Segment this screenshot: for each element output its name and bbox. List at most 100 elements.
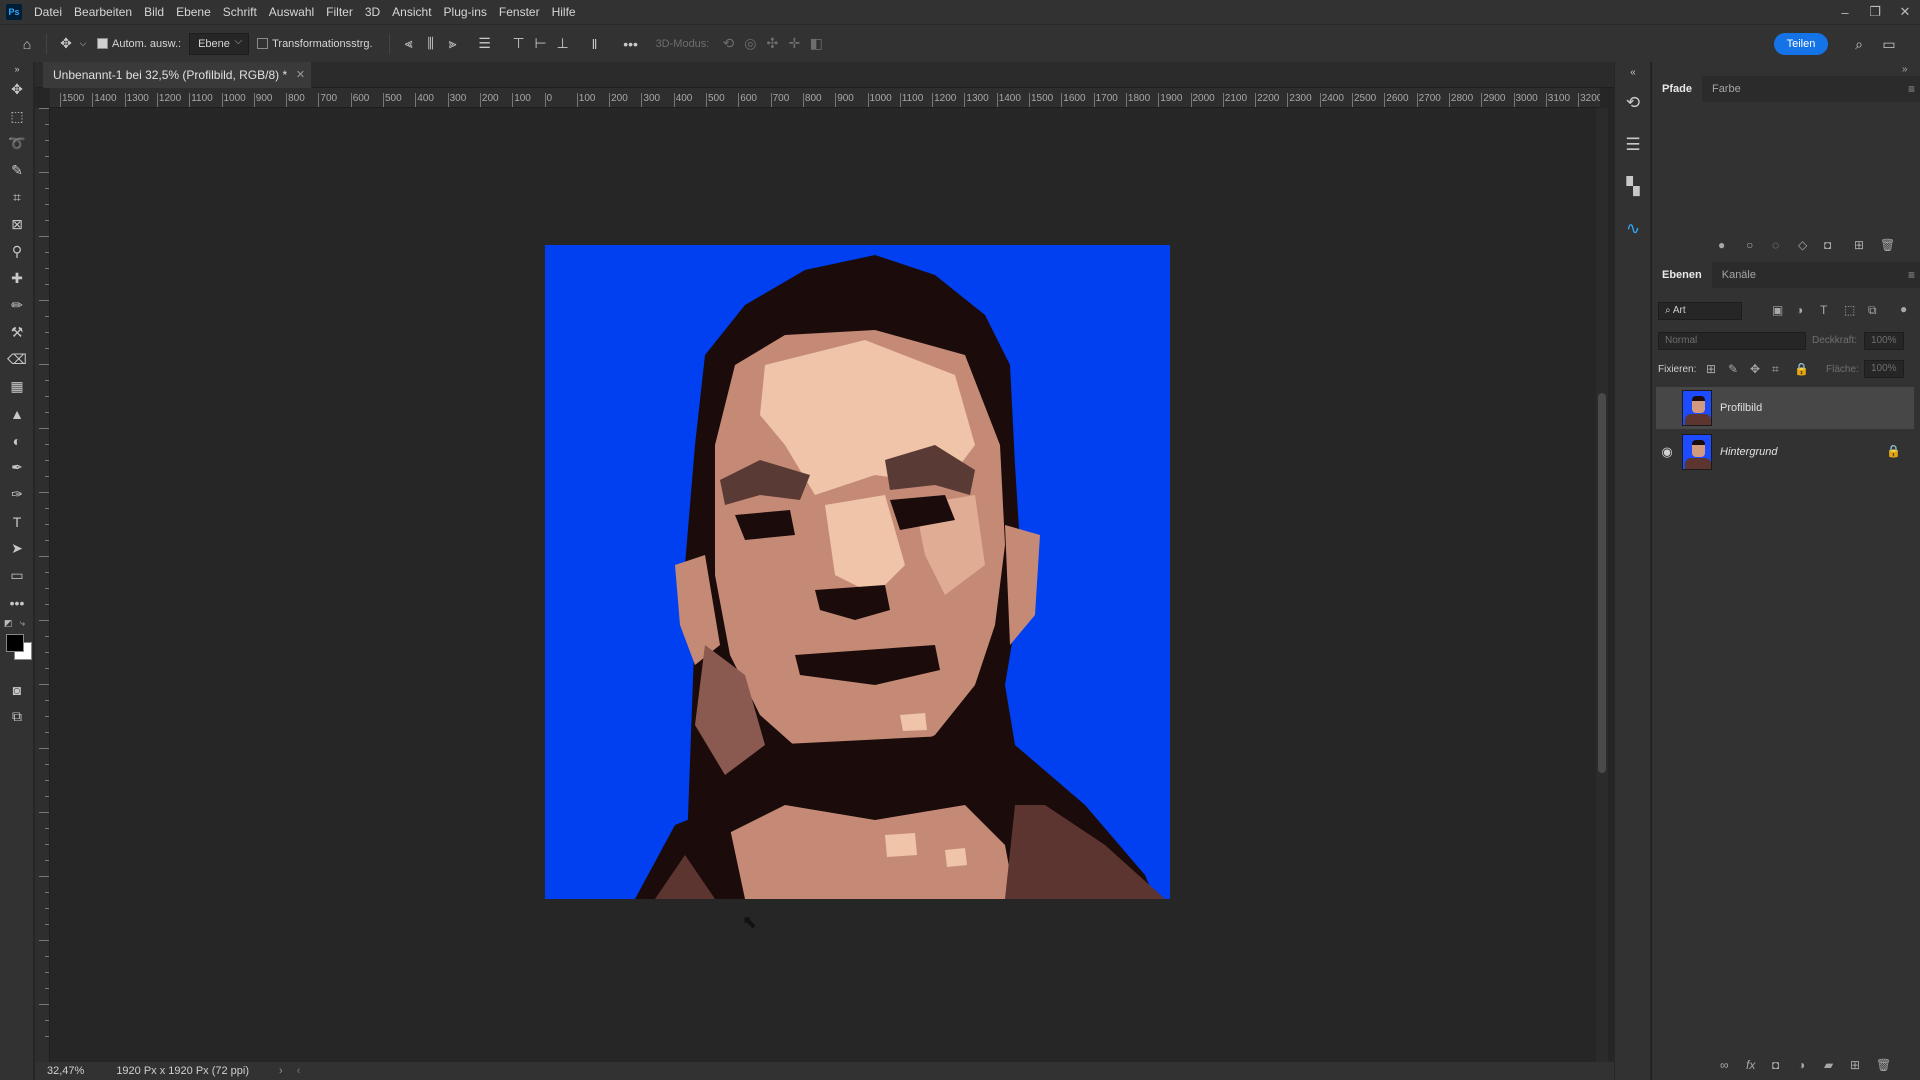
align-center-horizontal-icon[interactable]: ⫼: [420, 33, 442, 55]
crop-tool-icon[interactable]: ⌗: [0, 184, 34, 211]
link-layers-icon[interactable]: ∞: [1720, 1058, 1729, 1072]
adjustment-layer-icon[interactable]: ◑: [1798, 1058, 1805, 1072]
blur-tool-icon[interactable]: ▲: [0, 400, 34, 427]
panel-menu-icon[interactable]: ≡: [1908, 82, 1915, 96]
panel-menu-icon[interactable]: ≡: [1908, 268, 1915, 282]
history-icon[interactable]: ⟲: [1615, 82, 1651, 124]
menu-datei[interactable]: Datei: [28, 0, 68, 24]
opacity-input[interactable]: 100%: [1864, 332, 1904, 350]
clone-stamp-tool-icon[interactable]: ⚒: [0, 319, 34, 346]
auto-select-dropdown[interactable]: Ebene: [189, 32, 250, 55]
eyedropper-tool-icon[interactable]: ⚲: [0, 238, 34, 265]
foreground-color-swatch[interactable]: [6, 634, 24, 652]
close-tab-icon[interactable]: ✕: [296, 62, 305, 88]
expand-panels-icon[interactable]: »: [1902, 64, 1908, 75]
layer-row-profilbild[interactable]: Profilbild: [1656, 387, 1914, 429]
filter-pixel-icon[interactable]: ▣: [1772, 303, 1783, 317]
fill-input[interactable]: 100%: [1864, 360, 1904, 378]
workspace-icon[interactable]: ▭: [1878, 33, 1900, 55]
tab-farbe[interactable]: Farbe: [1702, 76, 1751, 102]
more-tools-icon[interactable]: •••: [0, 589, 34, 616]
libraries-icon[interactable]: ▚: [1615, 166, 1651, 208]
zoom-level[interactable]: 32,47%: [47, 1065, 84, 1077]
home-icon[interactable]: ⌂: [16, 33, 38, 55]
move-tool-icon[interactable]: ✥: [0, 76, 34, 103]
visibility-hidden-icon[interactable]: [1656, 387, 1678, 429]
dodge-tool-icon[interactable]: ◐: [0, 427, 34, 454]
filter-smart-object-icon[interactable]: ⧉: [1868, 303, 1877, 318]
menu-ansicht[interactable]: Ansicht: [386, 0, 437, 24]
menu-ebene[interactable]: Ebene: [170, 0, 217, 24]
type-tool-icon[interactable]: T: [0, 508, 34, 535]
distribute-horizontal-icon[interactable]: ‖: [584, 33, 606, 55]
gradient-tool-icon[interactable]: ▦: [0, 373, 34, 400]
folder-icon[interactable]: ▰: [1824, 1058, 1833, 1072]
brush-tool-icon[interactable]: ✏: [0, 292, 34, 319]
filter-toggle-icon[interactable]: ●: [1900, 302, 1907, 316]
chevron-left-icon[interactable]: ‹: [297, 1065, 301, 1077]
menu-filter[interactable]: Filter: [320, 0, 359, 24]
filter-shape-icon[interactable]: ⬚: [1844, 303, 1855, 317]
swap-colors-icon[interactable]: ⤷: [20, 618, 25, 629]
make-path-icon[interactable]: ◇: [1798, 238, 1807, 252]
lock-transparent-icon[interactable]: ⊞: [1706, 362, 1716, 376]
new-path-icon[interactable]: ⊞: [1854, 238, 1864, 252]
layer-filter-dropdown[interactable]: ⌕ Art: [1658, 302, 1742, 320]
close-icon[interactable]: ✕: [1890, 0, 1920, 24]
pixel-portrait-canvas[interactable]: [545, 245, 1170, 899]
rectangle-tool-icon[interactable]: ▭: [0, 562, 34, 589]
frame-tool-icon[interactable]: ⊠: [0, 211, 34, 238]
tab-pfade[interactable]: Pfade: [1652, 76, 1702, 102]
filter-type-icon[interactable]: T: [1820, 303, 1827, 317]
delete-path-icon[interactable]: 🗑: [1880, 238, 1895, 252]
layer-row-hintergrund[interactable]: ◉ Hintergrund 🔒: [1656, 431, 1914, 473]
align-bottom-icon[interactable]: ⊥: [552, 33, 574, 55]
lasso-tool-icon[interactable]: ➰: [0, 130, 34, 157]
menu-plugins[interactable]: Plug-ins: [438, 0, 493, 24]
marquee-tool-icon[interactable]: ⬚: [0, 103, 34, 130]
fx-icon[interactable]: fx: [1746, 1058, 1755, 1072]
document-tab[interactable]: Unbenannt-1 bei 32,5% (Profilbild, RGB/8…: [43, 62, 312, 88]
menu-schrift[interactable]: Schrift: [217, 0, 263, 24]
menu-bearbeiten[interactable]: Bearbeiten: [68, 0, 138, 24]
auto-select-checkbox[interactable]: Autom. ausw.:: [97, 38, 181, 50]
minimize-icon[interactable]: –: [1830, 0, 1860, 24]
collapse-icon[interactable]: «: [1615, 62, 1651, 82]
quick-selection-tool-icon[interactable]: ✎: [0, 157, 34, 184]
align-left-icon[interactable]: ⫷: [398, 33, 420, 55]
move-tool-icon[interactable]: ✥: [55, 33, 77, 55]
default-colors-icon[interactable]: ◩: [4, 618, 13, 629]
layers-icon[interactable]: ☰: [1615, 124, 1651, 166]
color-swatches[interactable]: ◩ ⤷: [0, 616, 34, 676]
curves-icon[interactable]: ∿: [1615, 208, 1651, 250]
menu-3d[interactable]: 3D: [359, 0, 386, 24]
align-top-icon[interactable]: ⊤: [508, 33, 530, 55]
menu-bild[interactable]: Bild: [138, 0, 170, 24]
search-icon[interactable]: ⌕: [1848, 33, 1870, 55]
add-mask-icon[interactable]: ◘: [1824, 238, 1831, 252]
tab-ebenen[interactable]: Ebenen: [1652, 262, 1712, 288]
eraser-tool-icon[interactable]: ⌫: [0, 346, 34, 373]
stroke-path-icon[interactable]: ○: [1746, 238, 1753, 252]
tab-kanaele[interactable]: Kanäle: [1712, 262, 1766, 288]
restore-icon[interactable]: ❐: [1860, 0, 1890, 24]
more-options-icon[interactable]: •••: [620, 33, 642, 55]
vertical-scrollbar[interactable]: [1596, 108, 1608, 1062]
vertical-scroll-thumb[interactable]: [1598, 393, 1606, 773]
menu-hilfe[interactable]: Hilfe: [546, 0, 582, 24]
align-middle-vertical-icon[interactable]: ⊢: [530, 33, 552, 55]
delete-layer-icon[interactable]: 🗑: [1876, 1058, 1891, 1072]
path-selection-tool-icon[interactable]: ➤: [0, 535, 34, 562]
eye-icon[interactable]: ◉: [1656, 431, 1678, 473]
add-mask-icon[interactable]: ◘: [1772, 1058, 1779, 1072]
screen-mode-icon[interactable]: ⧉: [0, 703, 34, 730]
share-button[interactable]: Teilen: [1774, 33, 1828, 55]
distribute-vertical-icon[interactable]: ☰: [474, 33, 496, 55]
filter-adjustment-icon[interactable]: ◑: [1796, 303, 1803, 317]
new-layer-icon[interactable]: ⊞: [1850, 1058, 1860, 1072]
layer-name[interactable]: Profilbild: [1720, 402, 1762, 414]
lock-image-icon[interactable]: ✎: [1728, 362, 1738, 376]
menu-fenster[interactable]: Fenster: [493, 0, 546, 24]
healing-brush-tool-icon[interactable]: ✚: [0, 265, 34, 292]
lock-icon[interactable]: 🔒: [1886, 444, 1901, 458]
